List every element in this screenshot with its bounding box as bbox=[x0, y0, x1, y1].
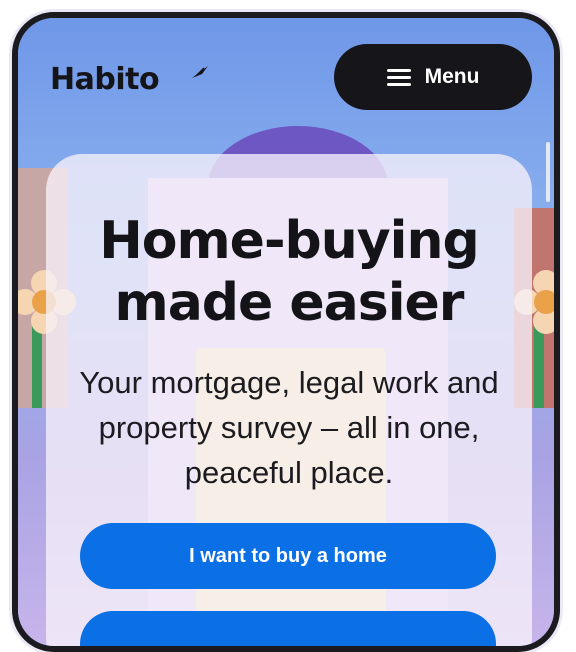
hamburger-icon bbox=[386, 68, 411, 86]
secondary-cta-button[interactable] bbox=[80, 611, 496, 646]
feather-mark-icon bbox=[192, 66, 208, 78]
phone-frame: Habito Menu Home-buying made easier Your… bbox=[12, 12, 560, 652]
scrollbar[interactable] bbox=[546, 142, 550, 202]
buy-home-button[interactable]: I want to buy a home bbox=[80, 523, 496, 589]
buy-home-button-label: I want to buy a home bbox=[189, 544, 387, 567]
habito-logo[interactable]: Habito bbox=[50, 62, 160, 97]
hero-subtext: Your mortgage, legal work and property s… bbox=[79, 365, 499, 490]
hero-card: Home-buying made easier Your mortgage, l… bbox=[46, 154, 532, 646]
headline-line-2: made easier bbox=[114, 273, 465, 333]
headline-line-1: Home-buying bbox=[99, 211, 479, 271]
logo-text: Habito bbox=[50, 62, 160, 97]
menu-label: Menu bbox=[424, 65, 480, 88]
hero-headline: Home-buying made easier bbox=[46, 210, 532, 334]
site-header: Habito Menu bbox=[18, 18, 554, 138]
menu-button[interactable]: Menu bbox=[334, 44, 532, 110]
